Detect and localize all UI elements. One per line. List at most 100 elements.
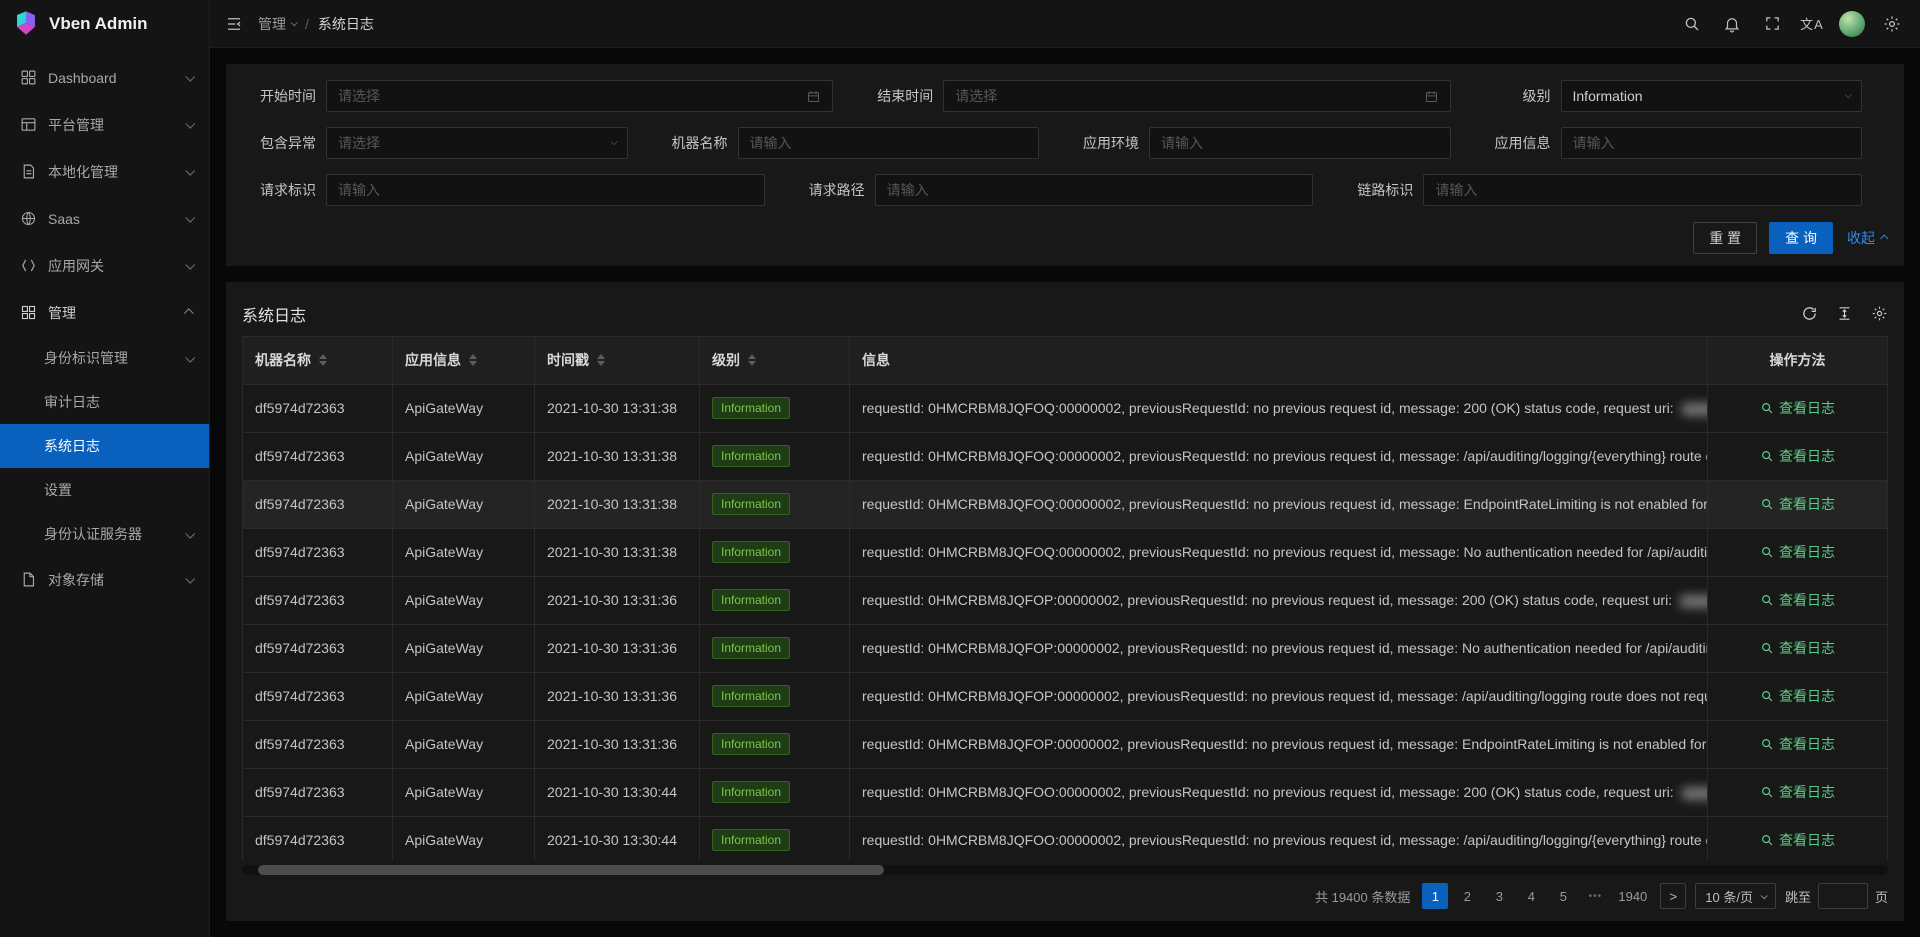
column-header-app[interactable]: 应用信息	[393, 336, 535, 384]
breadcrumb-parent[interactable]: 管理	[258, 14, 296, 34]
column-height-icon[interactable]	[1836, 305, 1853, 322]
sidebar-item-localization[interactable]: 本地化管理	[0, 148, 209, 195]
magnifier-icon	[1760, 401, 1774, 415]
filter-level-select[interactable]: Information	[1561, 80, 1863, 112]
column-header-machine[interactable]: 机器名称	[243, 336, 393, 384]
level-cell: Information	[700, 768, 850, 816]
sidebar-item-label: 本地化管理	[48, 162, 186, 182]
search-icon[interactable]	[1672, 0, 1712, 48]
reset-button[interactable]: 重 置	[1693, 222, 1757, 254]
view-log-link[interactable]: 查看日志	[1760, 782, 1835, 802]
sidebar-item-dashboard[interactable]: Dashboard	[0, 54, 209, 101]
sidebar-menu: Dashboard平台管理本地化管理 Saas应用网关管理身份标识管理审计日志系统…	[0, 48, 209, 937]
pagination-total: 共 19400 条数据	[1315, 887, 1410, 906]
pagination-page-1940[interactable]: 1940	[1614, 883, 1651, 909]
refresh-icon[interactable]	[1801, 305, 1818, 322]
pagination-page-2[interactable]: 2	[1454, 883, 1480, 909]
sidebar-item-object-storage[interactable]: 对象存储	[0, 556, 209, 603]
column-header-timestamp[interactable]: 时间戳	[535, 336, 700, 384]
view-log-link[interactable]: 查看日志	[1760, 542, 1835, 562]
horizontal-scrollbar[interactable]	[242, 865, 1888, 875]
translate-icon[interactable]: 文A	[1792, 0, 1832, 48]
table-row: df5974d72363ApiGateWay2021-10-30 13:31:3…	[243, 720, 1888, 768]
filter-actions: 重 置 查 询 收起	[242, 222, 1888, 254]
chevron-down-icon	[185, 72, 195, 82]
sidebar-item-gateway[interactable]: 应用网关	[0, 242, 209, 289]
app-logo[interactable]: Vben Admin	[0, 0, 209, 48]
app-cell: ApiGateWay	[393, 576, 535, 624]
view-log-link[interactable]: 查看日志	[1760, 638, 1835, 658]
action-cell: 查看日志	[1708, 768, 1888, 816]
sort-carets-icon	[597, 354, 605, 366]
level-badge: Information	[712, 685, 790, 707]
filter-machine-name-input[interactable]: 请输入	[738, 127, 1040, 159]
chevron-down-icon	[1761, 892, 1768, 899]
filter-request-path-input[interactable]: 请输入	[875, 174, 1314, 206]
notification-bell-icon[interactable]	[1712, 0, 1752, 48]
pagination-next-button[interactable]: >	[1660, 883, 1686, 909]
message-text: requestId: 0HMCRBM8JQFOQ:00000002, previ…	[862, 496, 1708, 512]
magnifier-icon	[1760, 497, 1774, 511]
pagination-page-5[interactable]: 5	[1550, 883, 1576, 909]
view-log-link[interactable]: 查看日志	[1760, 830, 1835, 850]
filter-request-id-input[interactable]: 请输入	[326, 174, 765, 206]
filter-item-trace-id: 链路标识请输入	[1339, 174, 1888, 206]
view-log-link[interactable]: 查看日志	[1760, 446, 1835, 466]
page-jump-input[interactable]	[1818, 883, 1868, 909]
sidebar-item-system-logs[interactable]: 系统日志	[0, 424, 209, 468]
search-filter-panel: 开始时间请选择结束时间请选择级别Information包含异常请选择机器名称请输…	[226, 64, 1904, 266]
app-cell: ApiGateWay	[393, 768, 535, 816]
table-row: df5974d72363ApiGateWay2021-10-30 13:31:3…	[243, 384, 1888, 432]
chevron-down-icon	[611, 140, 616, 147]
filter-app-env-input[interactable]: 请输入	[1149, 127, 1451, 159]
page-size-select[interactable]: 10 条/页	[1695, 883, 1776, 909]
level-cell: Information	[700, 432, 850, 480]
sidebar-collapse-button[interactable]	[214, 0, 254, 48]
pagination-jump: 跳至 页	[1785, 883, 1888, 909]
table-row: df5974d72363ApiGateWay2021-10-30 13:31:3…	[243, 576, 1888, 624]
sidebar-item-auth-server[interactable]: 身份认证服务器	[0, 512, 209, 556]
table-row: df5974d72363ApiGateWay2021-10-30 13:31:3…	[243, 432, 1888, 480]
column-settings-icon[interactable]	[1871, 305, 1888, 322]
collapse-filters-link[interactable]: 收起	[1847, 228, 1888, 248]
sidebar-item-management[interactable]: 管理	[0, 289, 209, 336]
chevron-down-icon	[1845, 93, 1850, 100]
level-badge: Information	[712, 541, 790, 563]
view-log-label: 查看日志	[1779, 590, 1835, 610]
page-size-label: 10 条/页	[1705, 887, 1753, 906]
filter-app-info-input[interactable]: 请输入	[1561, 127, 1863, 159]
view-log-link[interactable]: 查看日志	[1760, 734, 1835, 754]
filter-label: 链路标识	[1339, 180, 1423, 200]
settings-gear-icon[interactable]	[1872, 0, 1912, 48]
sidebar-item-identity-management[interactable]: 身份标识管理	[0, 336, 209, 380]
view-log-link[interactable]: 查看日志	[1760, 590, 1835, 610]
pagination-page-1[interactable]: 1	[1422, 883, 1448, 909]
timestamp-cell: 2021-10-30 13:31:38	[535, 384, 700, 432]
column-header-label: 级别	[712, 352, 740, 368]
user-avatar[interactable]	[1832, 0, 1872, 48]
sidebar-item-settings[interactable]: 设置	[0, 468, 209, 512]
sidebar-item-platform[interactable]: 平台管理	[0, 101, 209, 148]
view-log-link[interactable]: 查看日志	[1760, 686, 1835, 706]
view-log-label: 查看日志	[1779, 446, 1835, 466]
filter-start-time-datepicker[interactable]: 请选择	[326, 80, 833, 112]
chevron-down-icon	[185, 166, 195, 176]
view-log-link[interactable]: 查看日志	[1760, 494, 1835, 514]
action-cell: 查看日志	[1708, 384, 1888, 432]
level-cell: Information	[700, 528, 850, 576]
table-toolbar: 系统日志	[242, 292, 1888, 336]
filter-include-exception-select[interactable]: 请选择	[326, 127, 628, 159]
filter-end-time-datepicker[interactable]: 请选择	[943, 80, 1450, 112]
column-header-level[interactable]: 级别	[700, 336, 850, 384]
filter-trace-id-input[interactable]: 请输入	[1423, 174, 1862, 206]
machine-cell: df5974d72363	[243, 384, 393, 432]
pagination-page-4[interactable]: 4	[1518, 883, 1544, 909]
timestamp-cell: 2021-10-30 13:31:38	[535, 480, 700, 528]
scrollbar-thumb[interactable]	[258, 865, 883, 875]
sidebar-item-saas[interactable]: Saas	[0, 195, 209, 242]
sidebar-item-audit-logs[interactable]: 审计日志	[0, 380, 209, 424]
query-button[interactable]: 查 询	[1769, 222, 1833, 254]
pagination-page-3[interactable]: 3	[1486, 883, 1512, 909]
fullscreen-icon[interactable]	[1752, 0, 1792, 48]
view-log-link[interactable]: 查看日志	[1760, 398, 1835, 418]
